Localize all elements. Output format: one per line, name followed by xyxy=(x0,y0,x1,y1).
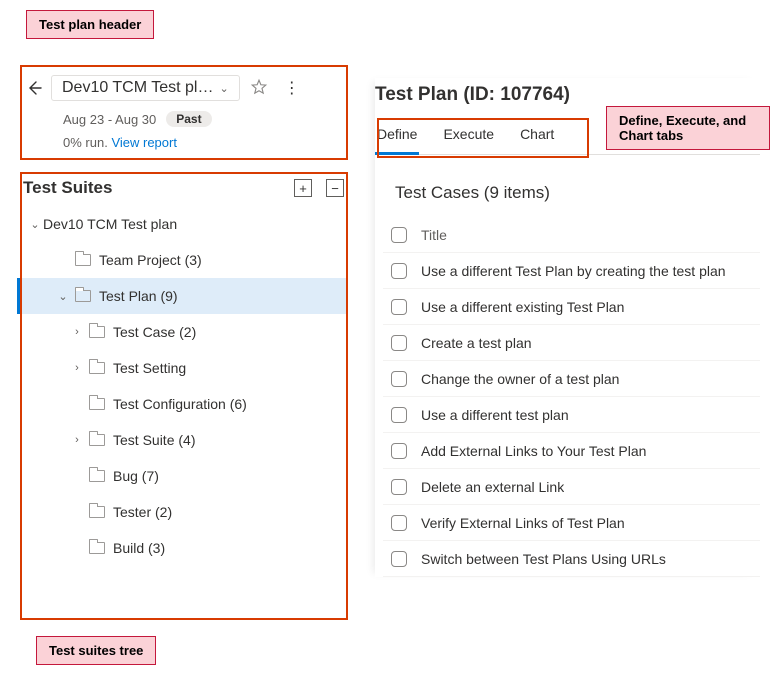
folder-icon xyxy=(75,290,91,302)
table-row[interactable]: Switch between Test Plans Using URLs xyxy=(383,541,760,577)
folder-icon xyxy=(89,506,105,518)
test-case-title: Change the owner of a test plan xyxy=(421,371,619,387)
suites-tree: ⌄ Dev10 TCM Test plan ·Team Project (3)⌄… xyxy=(17,206,348,566)
table-row[interactable]: Use a different Test Plan by creating th… xyxy=(383,253,760,289)
table-row[interactable]: Create a test plan xyxy=(383,325,760,361)
folder-icon xyxy=(89,434,105,446)
test-case-title: Switch between Test Plans Using URLs xyxy=(421,551,666,567)
page-title: Test Plan (ID: 107764) xyxy=(375,84,760,106)
test-suites-title: Test Suites xyxy=(23,178,112,198)
row-checkbox[interactable] xyxy=(391,479,407,495)
chevron-down-icon: ⌄ xyxy=(27,218,43,231)
column-title: Title xyxy=(421,227,447,243)
tree-label: Bug (7) xyxy=(113,468,342,484)
plan-title-dropdown[interactable]: Dev10 TCM Test pl… ⌄ xyxy=(51,75,240,101)
test-case-title: Verify External Links of Test Plan xyxy=(421,515,625,531)
test-case-title: Create a test plan xyxy=(421,335,532,351)
section-title: Test Cases (9 items) xyxy=(395,183,760,203)
tab-chart[interactable]: Chart xyxy=(518,120,556,154)
tree-node[interactable]: ·Build (3) xyxy=(17,530,348,566)
right-pane: Test Plan (ID: 107764) Define Execute Char… xyxy=(375,78,760,577)
date-range: Aug 23 - Aug 30 xyxy=(63,112,156,127)
folder-icon xyxy=(89,470,105,482)
test-case-title: Use a different existing Test Plan xyxy=(421,299,624,315)
tree-root[interactable]: ⌄ Dev10 TCM Test plan xyxy=(17,206,348,242)
tree-label: Test Setting xyxy=(113,360,342,376)
more-options-icon[interactable]: ⋮ xyxy=(278,78,306,98)
test-cases-table: Title Use a different Test Plan by creat… xyxy=(383,217,760,577)
tree-node[interactable]: › Test Setting xyxy=(17,350,348,386)
tree-node[interactable]: ·Team Project (3) xyxy=(17,242,348,278)
folder-icon xyxy=(89,326,105,338)
row-checkbox[interactable] xyxy=(391,551,407,567)
test-suites-panel: Test Suites + − ⌄ Dev10 TCM Test plan ·T… xyxy=(15,176,350,566)
collapse-suite-icon[interactable]: − xyxy=(326,179,344,197)
callout-tree: Test suites tree xyxy=(36,636,156,665)
chevron-right-icon: › xyxy=(69,326,85,338)
tab-execute[interactable]: Execute xyxy=(441,120,496,154)
favorite-star-icon[interactable] xyxy=(246,78,272,99)
table-row[interactable]: Add External Links to Your Test Plan xyxy=(383,433,760,469)
row-checkbox[interactable] xyxy=(391,443,407,459)
tab-define[interactable]: Define xyxy=(375,120,419,155)
tree-node[interactable]: › Test Suite (4) xyxy=(17,422,348,458)
row-checkbox[interactable] xyxy=(391,335,407,351)
chevron-down-icon: ⌄ xyxy=(219,82,228,95)
row-checkbox[interactable] xyxy=(391,263,407,279)
tree-label: Dev10 TCM Test plan xyxy=(43,216,342,232)
tree-label: Test Case (2) xyxy=(113,324,342,340)
table-header: Title xyxy=(383,217,760,253)
test-plan-header: Dev10 TCM Test pl… ⌄ ⋮ Aug 23 - Aug 30 P… xyxy=(15,65,350,162)
tree-label: Test Suite (4) xyxy=(113,432,342,448)
table-row[interactable]: Verify External Links of Test Plan xyxy=(383,505,760,541)
table-row[interactable]: Delete an external Link xyxy=(383,469,760,505)
back-arrow-icon[interactable] xyxy=(23,77,45,99)
tree-node[interactable]: ·Test Configuration (6) xyxy=(17,386,348,422)
tree-label: Tester (2) xyxy=(113,504,342,520)
tree-node[interactable]: ⌄ Test Plan (9) xyxy=(17,278,348,314)
folder-icon xyxy=(75,254,91,266)
table-row[interactable]: Change the owner of a test plan xyxy=(383,361,760,397)
row-checkbox[interactable] xyxy=(391,407,407,423)
table-row[interactable]: Use a different test plan xyxy=(383,397,760,433)
chevron-down-icon: ⌄ xyxy=(55,290,71,303)
left-pane: Dev10 TCM Test pl… ⌄ ⋮ Aug 23 - Aug 30 P… xyxy=(15,65,350,566)
test-case-title: Add External Links to Your Test Plan xyxy=(421,443,646,459)
select-all-checkbox[interactable] xyxy=(391,227,407,243)
tree-label: Team Project (3) xyxy=(99,252,342,268)
tree-label: Test Configuration (6) xyxy=(113,396,342,412)
run-percentage: 0% run. xyxy=(63,135,108,150)
chevron-right-icon: › xyxy=(69,434,85,446)
tree-node[interactable]: ·Bug (7) xyxy=(17,458,348,494)
add-suite-icon[interactable]: + xyxy=(294,179,312,197)
tree-label: Build (3) xyxy=(113,540,342,556)
tree-label: Test Plan (9) xyxy=(99,288,342,304)
callout-tabs: Define, Execute, and Chart tabs xyxy=(606,106,770,150)
tree-node[interactable]: ·Tester (2) xyxy=(17,494,348,530)
row-checkbox[interactable] xyxy=(391,371,407,387)
table-row[interactable]: Use a different existing Test Plan xyxy=(383,289,760,325)
test-case-title: Use a different Test Plan by creating th… xyxy=(421,263,726,279)
test-case-title: Use a different test plan xyxy=(421,407,569,423)
selection-indicator xyxy=(17,278,20,314)
callout-header: Test plan header xyxy=(26,10,154,39)
past-badge: Past xyxy=(166,111,211,127)
folder-icon xyxy=(89,542,105,554)
tree-node[interactable]: › Test Case (2) xyxy=(17,314,348,350)
test-case-title: Delete an external Link xyxy=(421,479,564,495)
folder-icon xyxy=(89,362,105,374)
folder-icon xyxy=(89,398,105,410)
row-checkbox[interactable] xyxy=(391,299,407,315)
row-checkbox[interactable] xyxy=(391,515,407,531)
chevron-right-icon: › xyxy=(69,362,85,374)
view-report-link[interactable]: View report xyxy=(111,135,177,150)
plan-title-text: Dev10 TCM Test pl… xyxy=(62,79,213,97)
